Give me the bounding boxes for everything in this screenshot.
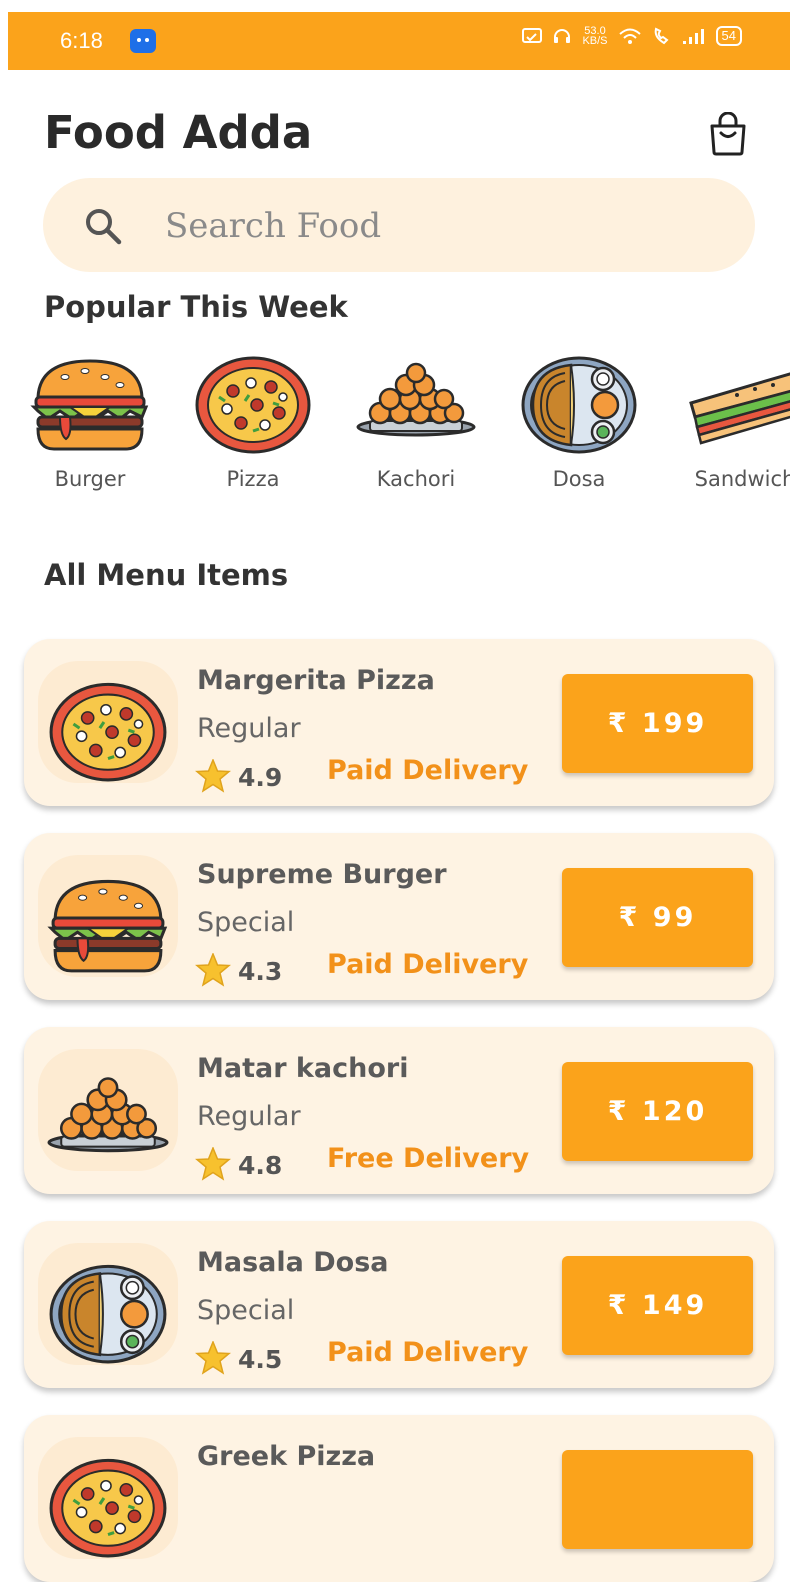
pizza-icon <box>44 661 172 783</box>
price-button[interactable]: ₹ 99 <box>562 868 753 967</box>
headset-icon <box>554 29 571 43</box>
call-icon <box>654 27 669 45</box>
menu-item-type: Special <box>197 907 295 938</box>
popular-list[interactable]: Burger Pizza Kachori Dosa Sandwich <box>0 355 790 505</box>
menu-item-image <box>38 855 178 977</box>
menu-item-card[interactable]: Supreme Burger Special 4.3 Paid Delivery… <box>24 833 774 1000</box>
menu-item-delivery: Paid Delivery <box>327 755 529 786</box>
price-button[interactable]: ₹ 149 <box>562 1256 753 1355</box>
dosa-icon <box>44 1243 172 1365</box>
burger-icon <box>30 355 150 455</box>
network-speed: 53.0 KB/S <box>582 26 608 47</box>
menu-item-name: Masala Dosa <box>197 1247 389 1278</box>
menu-item-name: Supreme Burger <box>197 859 447 890</box>
shopping-bag-icon[interactable] <box>707 112 749 156</box>
menu-item-card[interactable]: Greek Pizza <box>24 1415 774 1582</box>
app-title: Food Adda <box>44 106 313 159</box>
star-icon <box>195 759 231 793</box>
menu-item-rating: 4.8 <box>238 1151 283 1180</box>
menu-item-name: Matar kachori <box>197 1053 409 1084</box>
popular-item-label: Pizza <box>226 467 280 491</box>
menu-item-rating: 4.5 <box>238 1345 283 1374</box>
star-icon <box>195 1341 231 1375</box>
popular-item-pizza[interactable]: Pizza <box>178 355 328 491</box>
menu-item-image <box>38 1243 178 1365</box>
menu-item-delivery: Free Delivery <box>327 1143 530 1174</box>
signal-icon <box>682 29 704 44</box>
network-speed-unit: KB/S <box>582 35 608 47</box>
search-input[interactable] <box>163 200 707 252</box>
status-time: 6:18 <box>60 28 103 53</box>
wifi-icon <box>618 28 641 44</box>
pizza-icon <box>193 355 313 455</box>
dosa-icon <box>519 355 639 455</box>
popular-item-burger[interactable]: Burger <box>15 355 165 491</box>
menu-item-image <box>38 661 178 783</box>
menu-item-delivery: Paid Delivery <box>327 1337 529 1368</box>
menu-heading: All Menu Items <box>44 558 289 592</box>
cast-icon <box>522 28 543 43</box>
menu-item-delivery: Paid Delivery <box>327 949 529 980</box>
kachori-icon <box>44 1049 172 1171</box>
price-button[interactable] <box>562 1450 753 1549</box>
pizza-icon <box>44 1437 172 1559</box>
battery-icon: 54 <box>715 26 742 46</box>
menu-item-rating: 4.9 <box>238 763 283 792</box>
status-bar: 6:18 53.0 KB/S 54 <box>8 12 790 70</box>
popular-item-kachori[interactable]: Kachori <box>341 355 491 491</box>
popular-item-sandwich[interactable]: Sandwich <box>670 355 790 491</box>
menu-item-type: Regular <box>197 1101 301 1132</box>
popular-item-label: Kachori <box>376 467 456 491</box>
popular-item-dosa[interactable]: Dosa <box>504 355 654 491</box>
star-icon <box>195 1147 231 1181</box>
menu-item-card[interactable]: Masala Dosa Special 4.5 Paid Delivery ₹ … <box>24 1221 774 1388</box>
star-icon <box>195 953 231 987</box>
popular-heading: Popular This Week <box>44 290 348 324</box>
price-button[interactable]: ₹ 120 <box>562 1062 753 1161</box>
popular-item-label: Dosa <box>552 467 606 491</box>
menu-item-card[interactable]: Matar kachori Regular 4.8 Free Delivery … <box>24 1027 774 1194</box>
popular-item-label: Burger <box>54 467 126 491</box>
menu-item-type: Special <box>197 1295 295 1326</box>
menu-item-image <box>38 1437 178 1559</box>
menu-item-name: Margerita Pizza <box>197 665 435 696</box>
menu-item-type: Regular <box>197 713 301 744</box>
menu-item-rating: 4.3 <box>238 957 283 986</box>
sandwich-icon <box>685 355 790 455</box>
search-icon[interactable] <box>83 206 123 246</box>
status-icons: 53.0 KB/S 54 <box>522 26 742 47</box>
popular-item-label: Sandwich <box>694 467 790 491</box>
kachori-icon <box>356 355 476 455</box>
menu-item-image <box>38 1049 178 1171</box>
menu-item-card[interactable]: Margerita Pizza Regular 4.9 Paid Deliver… <box>24 639 774 806</box>
search-bar[interactable] <box>43 178 755 272</box>
notification-app-icon <box>130 29 156 53</box>
burger-icon <box>44 855 172 977</box>
price-button[interactable]: ₹ 199 <box>562 674 753 773</box>
